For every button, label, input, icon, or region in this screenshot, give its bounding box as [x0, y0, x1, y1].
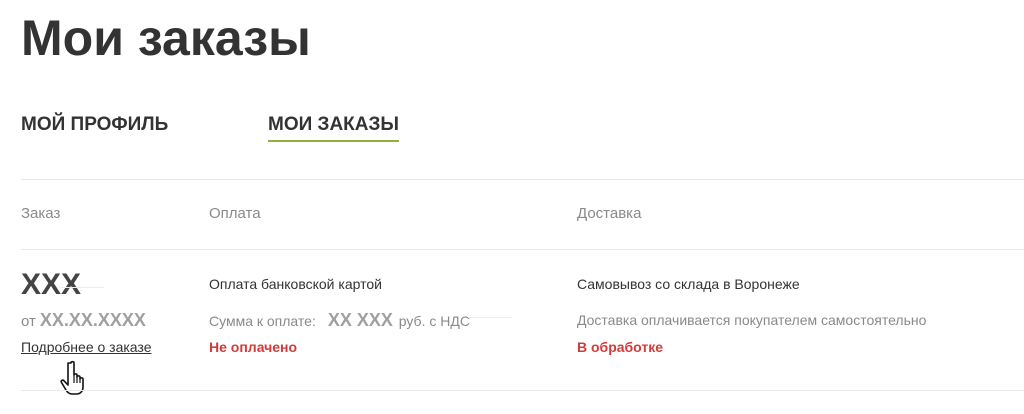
column-header-payment: Оплата — [209, 205, 261, 222]
divider — [468, 317, 512, 318]
divider — [21, 390, 1024, 391]
tab-my-profile[interactable]: МОЙ ПРОФИЛЬ — [21, 112, 168, 138]
delivery-method: Самовывоз со склада в Воронеже — [577, 276, 800, 292]
order-number: XXX — [21, 268, 82, 301]
order-date: от XX.XX.XXXX — [21, 310, 146, 331]
payment-amount: XX XXX — [327, 310, 393, 330]
tab-my-orders[interactable]: МОИ ЗАКАЗЫ — [268, 112, 399, 142]
column-header-delivery: Доставка — [577, 205, 642, 222]
payment-method: Оплата банковской картой — [209, 276, 382, 292]
delivery-note: Доставка оплачивается покупателем самост… — [577, 312, 927, 328]
divider — [60, 287, 104, 288]
order-date-prefix: от — [21, 313, 36, 330]
divider — [21, 179, 1024, 180]
order-details-link[interactable]: Подробнее о заказе — [21, 339, 151, 355]
divider — [21, 249, 1024, 250]
page-title: Мои заказы — [21, 10, 311, 66]
delivery-status-badge: В обработке — [577, 339, 664, 355]
payment-status-badge: Не оплачено — [209, 339, 298, 355]
column-header-order: Заказ — [21, 205, 61, 222]
payment-unit: руб. с НДС — [398, 313, 470, 329]
payment-sum-label: Сумма к оплате: — [209, 313, 316, 329]
payment-sum: Сумма к оплате: XX XXX руб. с НДС — [209, 310, 470, 331]
order-date-value: XX.XX.XXXX — [39, 310, 146, 330]
